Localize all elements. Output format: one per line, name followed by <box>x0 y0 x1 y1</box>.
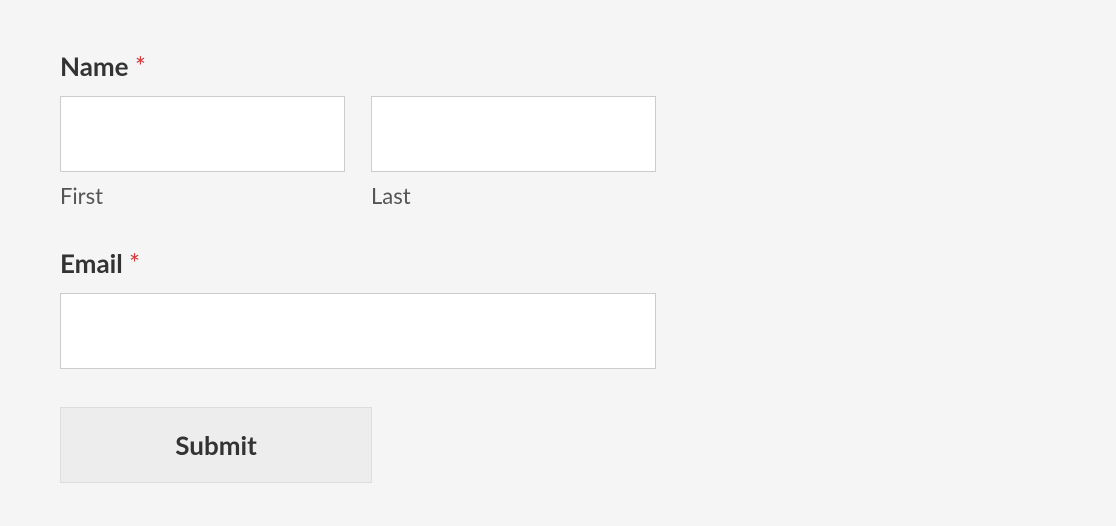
last-name-input[interactable] <box>371 96 656 172</box>
first-name-input[interactable] <box>60 96 345 172</box>
last-name-sublabel: Last <box>371 182 656 209</box>
email-label-text: Email <box>60 247 123 279</box>
name-field-group: Name * First Last <box>60 50 1056 209</box>
first-name-sublabel: First <box>60 182 345 209</box>
email-input[interactable] <box>60 293 656 369</box>
name-label: Name * <box>60 50 1056 82</box>
email-label: Email * <box>60 247 1056 279</box>
last-name-column: Last <box>371 96 656 209</box>
email-required-mark: * <box>129 247 140 279</box>
contact-form: Name * First Last Email * Submit <box>60 50 1056 483</box>
name-label-text: Name <box>60 50 129 82</box>
name-required-mark: * <box>135 50 146 82</box>
email-field-group: Email * <box>60 247 1056 369</box>
name-row: First Last <box>60 96 1056 209</box>
submit-button[interactable]: Submit <box>60 407 372 483</box>
first-name-column: First <box>60 96 345 209</box>
